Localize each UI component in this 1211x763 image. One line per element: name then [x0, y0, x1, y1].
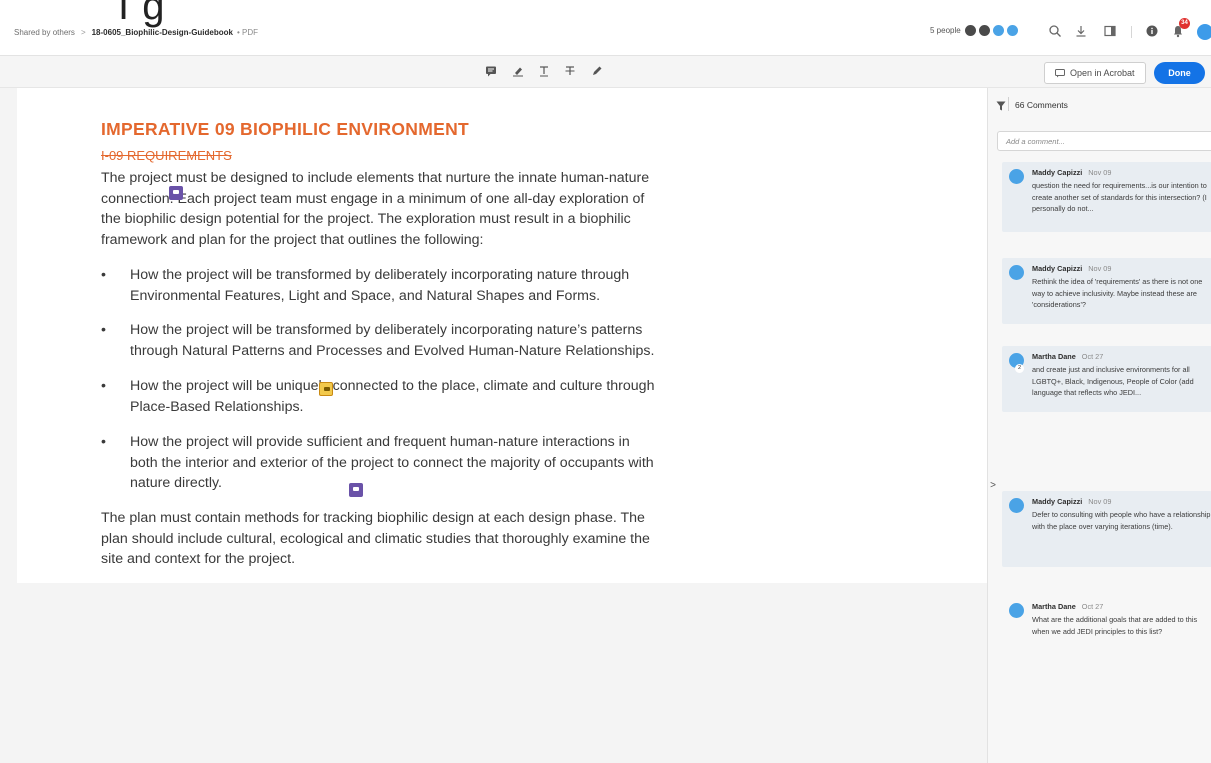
intro-line: the biophilic design potential for the p…: [101, 211, 631, 227]
list-item-line: Place-Based Relationships.: [130, 398, 304, 415]
avatar: [1009, 169, 1024, 184]
search-icon[interactable]: [1047, 24, 1063, 40]
list-item-line: both the interior and exterior of the pr…: [130, 454, 654, 471]
comment-date: Nov 09: [1088, 497, 1112, 506]
done-button[interactable]: Done: [1154, 62, 1205, 84]
list-item-line: How the project will be transformed by d…: [130, 267, 630, 283]
list-item-line: How the project will be uniquely connect…: [130, 378, 655, 394]
comment-card[interactable]: Maddy Capizzi Nov 09 Defer to consulting …: [1002, 491, 1211, 567]
panel-toggle-icon[interactable]: [1102, 24, 1118, 40]
shared-people[interactable]: 5 people: [930, 24, 1019, 37]
breadcrumb-shared-link[interactable]: Shared by others: [14, 28, 75, 37]
comment-date: Nov 09: [1088, 168, 1112, 177]
comment-text: Rethink the idea of 'requirements' as th…: [1032, 277, 1203, 309]
toolbar-divider: [1131, 26, 1132, 38]
list-item-line: How the project will be transformed by d…: [130, 322, 643, 338]
comment-icon: [1055, 68, 1065, 77]
highlight-tool-icon[interactable]: [511, 65, 525, 79]
sticky-note-tool-icon[interactable]: [484, 65, 498, 79]
section-subtitle: I-09 REQUIREMENTS: [101, 148, 232, 163]
notification-count-badge: 34: [1179, 18, 1190, 29]
intro-line: framework and plan for the project that …: [101, 231, 484, 248]
bullet-marker: •: [101, 434, 106, 450]
list-item-line: How the project will provide sufficient …: [130, 434, 630, 450]
collapse-panel-chevron-icon[interactable]: >: [988, 480, 998, 491]
open-in-acrobat-label: Open in Acrobat: [1070, 68, 1135, 78]
closing-line: plan should include cultural, ecological…: [101, 530, 650, 547]
breadcrumb: Shared by others >18-0605_Biophilic-Desig…: [14, 28, 258, 37]
comment-card[interactable]: Martha Dane Oct 27 What are the additiona…: [1002, 596, 1211, 666]
avatar[interactable]: [977, 24, 991, 37]
add-comment-input[interactable]: Add a comment...: [997, 131, 1211, 151]
closing-line: site and context for the project.: [101, 551, 296, 567]
comment-author: Maddy Capizzi: [1032, 168, 1083, 177]
comment-author: Martha Dane: [1032, 352, 1076, 361]
comment-author: Martha Dane: [1032, 602, 1076, 611]
comment-card[interactable]: Maddy Capizzi Nov 09 Rethink the idea of …: [1002, 258, 1211, 324]
filter-icon[interactable]: [996, 98, 1006, 111]
bullet-marker: •: [101, 378, 106, 394]
list-item-line: Environmental Features, Light and Space,…: [130, 287, 601, 304]
closing-line: The plan must contain methods for tracki…: [101, 510, 645, 526]
download-icon[interactable]: [1073, 24, 1089, 40]
panel-divider: [1008, 97, 1009, 111]
avatar[interactable]: [991, 24, 1005, 37]
comment-author: Maddy Capizzi: [1032, 264, 1083, 273]
file-name: 18-0605_Biophilic-Design-Guidebook: [91, 28, 233, 37]
list-item-line: through Natural Patterns and Processes a…: [130, 342, 655, 359]
acrobat-review-app: I g Shared by others >18-0605_Biophilic-D…: [0, 0, 1211, 763]
people-count-label: 5 people: [930, 26, 961, 35]
reply-count-badge: 2: [1015, 364, 1024, 373]
comment-pin-icon[interactable]: [169, 186, 183, 200]
user-avatar[interactable]: [1197, 24, 1211, 40]
page-heading-peek: I g: [118, 0, 166, 28]
strikethrough-tool-icon[interactable]: [563, 65, 577, 79]
comment-date: Oct 27: [1081, 602, 1104, 611]
avatar[interactable]: [1005, 24, 1019, 37]
intro-line: The project must be designed to include …: [101, 170, 650, 186]
comment-text: What are the additional goals that are a…: [1032, 615, 1198, 636]
comment-pin-icon[interactable]: [349, 483, 363, 497]
bullet-marker: •: [101, 267, 106, 283]
list-item-line: nature directly.: [130, 475, 222, 491]
help-icon[interactable]: [1144, 24, 1160, 40]
avatar: [1009, 498, 1024, 513]
comment-text: Defer to consulting with people who have…: [1032, 510, 1211, 531]
bullet-marker: •: [101, 322, 106, 338]
top-bar: I g Shared by others >18-0605_Biophilic-D…: [0, 0, 1211, 56]
comment-author: Maddy Capizzi: [1032, 497, 1083, 506]
comment-card[interactable]: 2 Martha Dane Oct 27 and create just and …: [1002, 346, 1211, 412]
comment-card[interactable]: Maddy Capizzi Nov 09 question the need fo…: [1002, 162, 1211, 232]
pdf-page[interactable]: IMPERATIVE 09 BIOPHILIC ENVIRONMENT I-09…: [17, 88, 987, 583]
draw-tool-icon[interactable]: [590, 65, 604, 79]
comment-count: 66 Comments: [1015, 100, 1068, 110]
section-title: IMPERATIVE 09 BIOPHILIC ENVIRONMENT: [101, 119, 469, 139]
file-type: • PDF: [236, 28, 259, 37]
comment-pin-selected-icon[interactable]: [319, 382, 333, 396]
document-viewer[interactable]: IMPERATIVE 09 BIOPHILIC ENVIRONMENT I-09…: [0, 88, 987, 763]
avatar[interactable]: [963, 24, 977, 37]
comment-date: Nov 09: [1088, 264, 1112, 273]
comment-date: Oct 27: [1081, 352, 1104, 361]
comments-panel: > 66 Comments Add a comment... Maddy Cap…: [987, 88, 1211, 763]
annotation-toolbar: Open in Acrobat Done: [0, 56, 1211, 88]
avatar: [1009, 265, 1024, 280]
comment-text: and create just and inclusive environmen…: [1032, 365, 1194, 397]
comment-text: question the need for requirements...is …: [1032, 181, 1207, 213]
underline-text-tool-icon[interactable]: [537, 65, 551, 79]
breadcrumb-separator: >: [80, 28, 86, 37]
open-in-acrobat-button[interactable]: Open in Acrobat: [1044, 62, 1146, 84]
avatar: [1009, 603, 1024, 618]
